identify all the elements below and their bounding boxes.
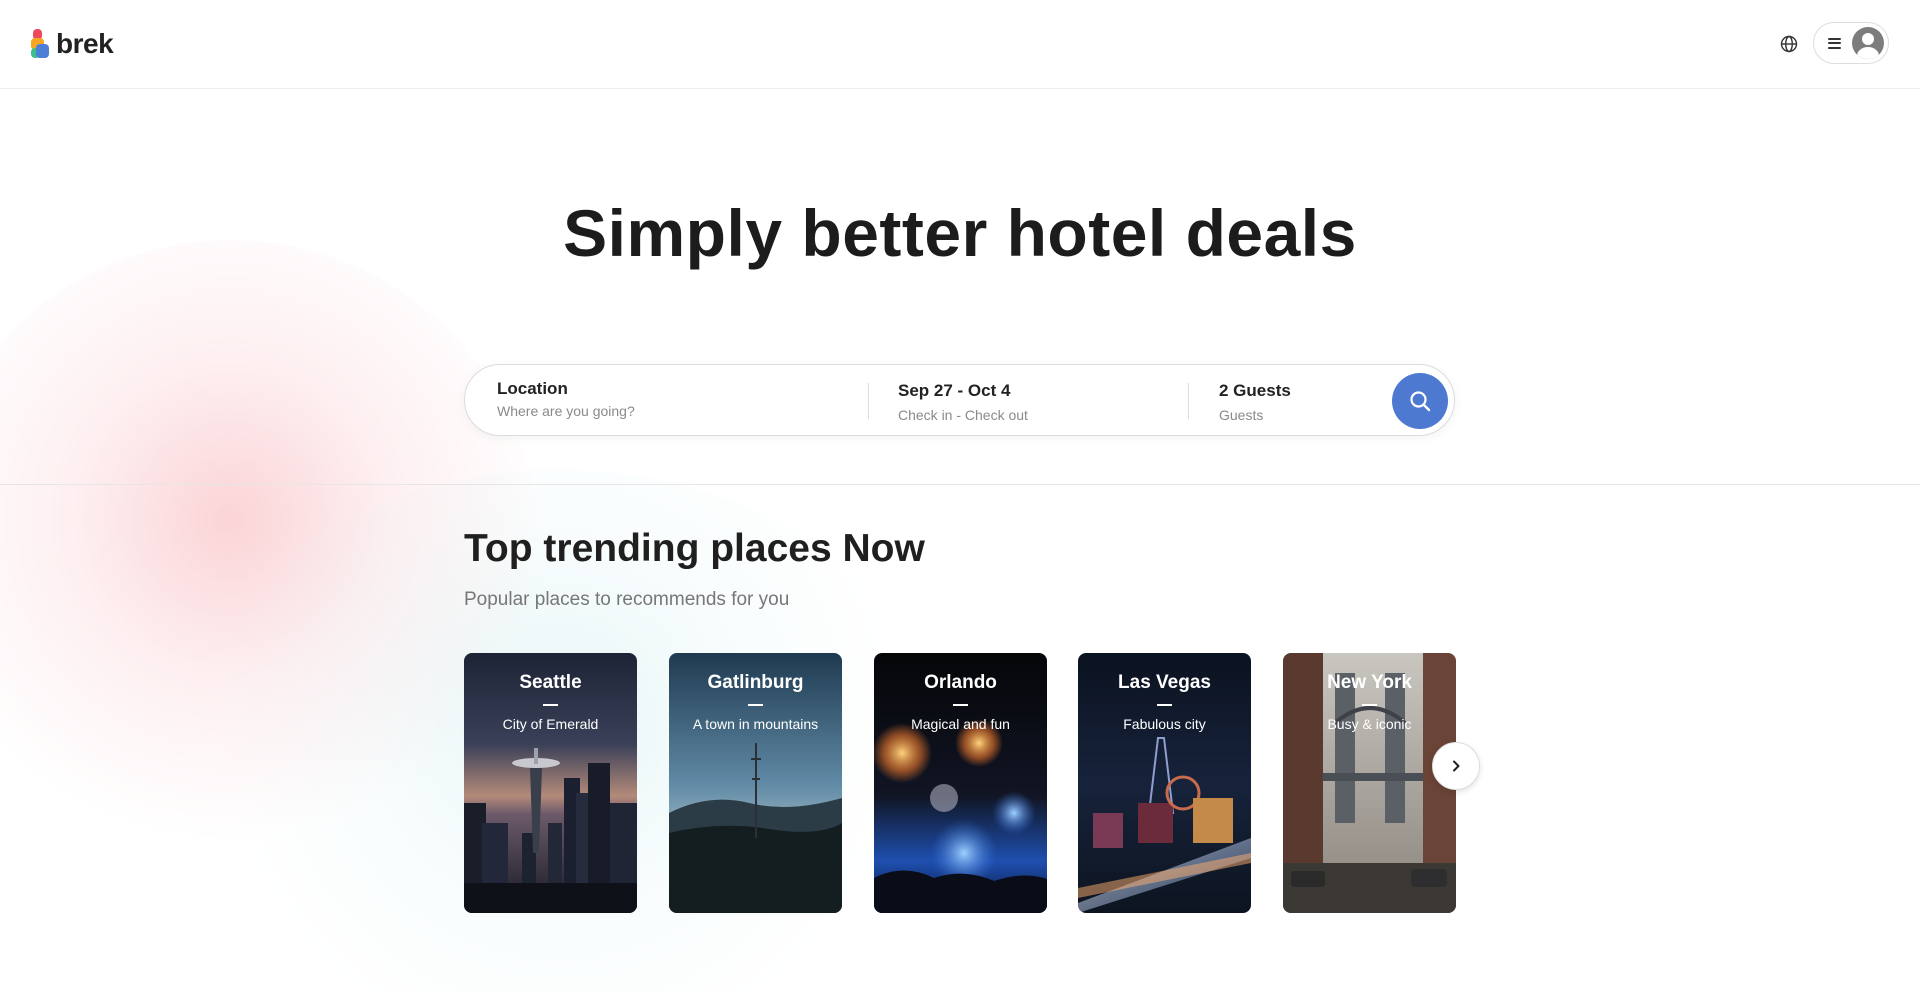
- brand-mark-icon: [31, 29, 51, 59]
- location-field[interactable]: Location: [497, 379, 847, 421]
- card-tagline: Busy & iconic: [1327, 716, 1412, 732]
- hamburger-menu-icon: [1828, 37, 1841, 49]
- card-tagline: Magical and fun: [911, 716, 1010, 732]
- card-city: Seattle: [519, 672, 582, 693]
- card-tagline: Fabulous city: [1123, 716, 1206, 732]
- search-divider: [1188, 383, 1189, 419]
- card-dash: [1157, 704, 1172, 706]
- card-dash: [543, 704, 558, 706]
- globe-icon: [1780, 35, 1798, 53]
- destination-card-seattle[interactable]: Seattle City of Emerald: [464, 653, 637, 913]
- guests-field[interactable]: 2 Guests Guests: [1219, 381, 1291, 423]
- user-avatar-icon: [1852, 27, 1884, 59]
- dates-sublabel: Check in - Check out: [898, 407, 1028, 423]
- search-icon: [1410, 391, 1431, 412]
- card-dash: [953, 704, 968, 706]
- carousel-next-button[interactable]: [1432, 742, 1480, 790]
- card-tagline: A town in mountains: [692, 716, 819, 732]
- dates-value: Sep 27 - Oct 4: [898, 381, 1011, 400]
- guests-sublabel: Guests: [1219, 407, 1264, 423]
- card-dash: [1362, 704, 1377, 706]
- user-menu-button[interactable]: [1813, 22, 1889, 64]
- destination-card-new-york[interactable]: New York Busy & iconic: [1283, 653, 1456, 913]
- language-button[interactable]: [1778, 33, 1800, 55]
- card-city: Orlando: [924, 672, 997, 693]
- section-divider: [0, 484, 1920, 485]
- card-city: Gatlinburg: [707, 672, 804, 693]
- chevron-right-icon: [1453, 760, 1460, 772]
- search-bar: Location Sep 27 - Oct 4 Check in - Check…: [464, 364, 1455, 436]
- card-dash: [748, 704, 763, 706]
- guests-value: 2 Guests: [1219, 381, 1291, 400]
- search-button[interactable]: [1392, 373, 1448, 429]
- destination-card-gatlinburg[interactable]: Gatlinburg A town in mountains: [669, 653, 842, 913]
- trending-subtitle: Popular places to recommends for you: [464, 589, 790, 610]
- brand-name: brek: [56, 28, 114, 59]
- location-input[interactable]: [497, 403, 837, 419]
- card-city: New York: [1327, 672, 1412, 693]
- background-blob-pink: [0, 240, 540, 860]
- search-divider: [868, 383, 869, 419]
- brand-logo[interactable]: brek: [31, 28, 114, 60]
- card-city: Las Vegas: [1118, 672, 1211, 693]
- card-tagline: City of Emerald: [502, 716, 599, 732]
- dates-field[interactable]: Sep 27 - Oct 4 Check in - Check out: [898, 381, 1028, 423]
- trending-title: Top trending places Now: [464, 527, 925, 570]
- top-navigation-bar: brek: [0, 0, 1920, 89]
- destination-card-orlando[interactable]: Orlando Magical and fun: [874, 653, 1047, 913]
- hero-title: Simply better hotel deals: [563, 196, 1357, 270]
- location-label: Location: [497, 379, 568, 398]
- destination-card-las-vegas[interactable]: Las Vegas Fabulous city: [1078, 653, 1251, 913]
